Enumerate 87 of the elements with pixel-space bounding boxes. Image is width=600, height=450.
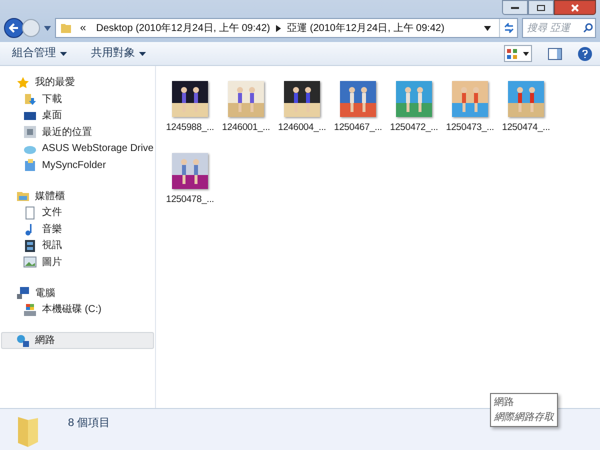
view-icon: [507, 48, 517, 58]
file-name: 1245988_...: [166, 121, 214, 135]
file-name: 1250474_...: [502, 121, 550, 135]
search-input[interactable]: 搜尋 亞運: [527, 20, 583, 36]
nav-item-label: 本機磁碟 (C:): [42, 302, 102, 318]
caret-icon[interactable]: [484, 26, 491, 30]
nav-item[interactable]: 音樂: [0, 221, 155, 238]
document-icon: [23, 206, 37, 220]
drive-icon: [23, 302, 37, 317]
nav-item[interactable]: 本機磁碟 (C:): [0, 302, 155, 318]
caret-icon: [139, 52, 146, 56]
file-item[interactable]: 1250478_...: [162, 153, 218, 208]
folder-icon: [16, 415, 40, 447]
nav-item[interactable]: 桌面: [0, 108, 155, 124]
nav-item[interactable]: 最近的位置: [0, 124, 155, 140]
film-icon: [23, 238, 37, 253]
sync-folder-icon: [23, 158, 37, 172]
image-icon: [23, 255, 37, 270]
file-item[interactable]: 1250473_...: [442, 81, 498, 136]
nav-item-label: 圖片: [42, 256, 62, 270]
address-bar[interactable]: « Desktop (2010年12月24日, 上午 09:42) 亞運 (2010年12月24日, 上午 09:42): [55, 18, 518, 38]
help-icon: [582, 50, 588, 58]
minimize-button[interactable]: [502, 0, 528, 15]
folder-arrow-icon: [23, 92, 37, 106]
nav-item-label: 最近的位置: [42, 126, 92, 140]
tooltip-title: 網路: [494, 396, 515, 410]
breadcrumb[interactable]: Desktop (2010年12月24日, 上午 09:42): [94, 20, 272, 36]
chevron-icon[interactable]: [276, 24, 282, 32]
search-icon: [583, 23, 593, 33]
close-button[interactable]: [554, 0, 596, 15]
nav-item[interactable]: MySyncFolder: [0, 157, 155, 174]
nav-item[interactable]: 圖片: [0, 254, 155, 270]
refresh-icon: [504, 23, 514, 33]
nav-group[interactable]: 電腦: [1, 284, 154, 302]
nav-item-label: 文件: [42, 206, 62, 220]
file-item[interactable]: 1246004_...: [274, 81, 330, 136]
caret-icon: [60, 52, 67, 56]
nav-group[interactable]: 我的最愛: [1, 74, 154, 91]
nav-item-label: 桌面: [42, 108, 62, 124]
address-overflow[interactable]: «: [76, 20, 90, 36]
file-name: 1246001_...: [222, 121, 270, 135]
toolbar-menu[interactable]: 組合管理: [8, 45, 71, 62]
file-name: 1250478_...: [166, 193, 214, 208]
tooltip-description: 網際網路存取: [494, 411, 554, 425]
back-button[interactable]: [4, 18, 24, 38]
nav-item-label: 下載: [42, 92, 62, 107]
file-item[interactable]: 1250467_...: [330, 81, 386, 136]
nav-item[interactable]: 文件: [0, 204, 155, 221]
nav-item-label: 音樂: [42, 222, 62, 237]
file-name: 1250467_...: [334, 121, 382, 135]
item-count: 8 個項目: [68, 416, 110, 431]
library-icon: [16, 189, 30, 203]
nav-group-label: 我的最愛: [35, 76, 75, 90]
caret-icon: [44, 26, 51, 30]
close-icon: [571, 4, 579, 12]
breadcrumb[interactable]: 亞運 (2010年12月24日, 上午 09:42): [285, 20, 446, 36]
star-icon: [16, 76, 30, 90]
file-item[interactable]: 1245988_...: [162, 81, 218, 136]
file-item[interactable]: 1250472_...: [386, 81, 442, 136]
nav-item[interactable]: 視訊: [0, 238, 155, 254]
nav-item-label: MySyncFolder: [42, 158, 106, 173]
toolbar-menu[interactable]: 共用對象: [87, 45, 150, 62]
nav-group[interactable]: 網路: [1, 332, 154, 349]
file-name: 1250473_...: [446, 121, 494, 135]
nav-item[interactable]: 下載: [0, 91, 155, 108]
nav-group[interactable]: 媒體櫃: [1, 188, 154, 204]
view-button[interactable]: [504, 45, 532, 62]
file-item[interactable]: 1246001_...: [218, 81, 274, 136]
folder-icon: [60, 22, 72, 34]
back-arrow-icon: [9, 23, 19, 33]
nav-group-label: 電腦: [35, 286, 55, 300]
maximize-button[interactable]: [528, 0, 554, 15]
nav-group-label: 網路: [35, 334, 55, 348]
file-name: 1246004_...: [278, 121, 326, 135]
nav-item-label: ASUS WebStorage Drive: [42, 142, 154, 156]
file-name: 1250472_...: [390, 121, 438, 135]
search-box[interactable]: 搜尋 亞運: [522, 18, 596, 38]
nav-item[interactable]: ASUS WebStorage Drive: [0, 140, 155, 157]
file-item[interactable]: 1250474_...: [498, 81, 554, 136]
caret-icon: [523, 52, 529, 56]
nav-group-label: 媒體櫃: [35, 190, 65, 204]
nav-item-label: 視訊: [42, 238, 62, 254]
computer-icon: [16, 286, 30, 300]
recent-places-icon: [23, 125, 37, 140]
network-icon: [16, 334, 30, 348]
help-button[interactable]: [578, 46, 592, 60]
preview-pane-button[interactable]: [548, 48, 562, 60]
